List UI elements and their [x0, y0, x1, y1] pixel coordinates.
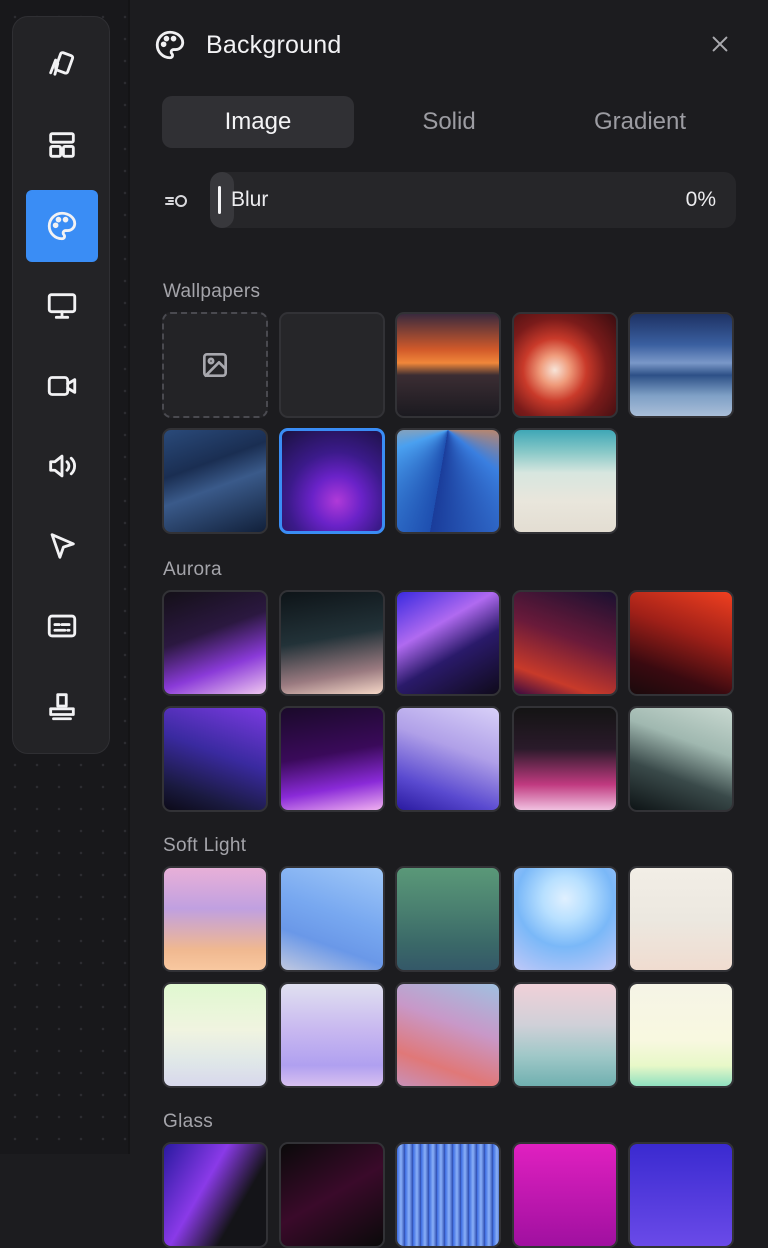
blur-value: 0% [685, 188, 716, 211]
section-title-soft-light: Soft Light [163, 835, 247, 856]
background-type-tabs: Image Solid Gradient [162, 96, 736, 148]
close-button[interactable] [704, 28, 736, 60]
sidebar-item-camera[interactable] [26, 350, 98, 422]
background-thumbnail[interactable] [162, 1142, 268, 1248]
background-thumbnail[interactable] [278, 1142, 385, 1248]
background-thumbnail[interactable] [511, 982, 618, 1088]
background-thumbnail[interactable] [511, 1142, 618, 1248]
image-icon [203, 353, 227, 377]
layout-icon [49, 132, 75, 158]
tool-sidebar [12, 16, 110, 754]
background-thumbnail[interactable] [162, 590, 268, 696]
blur-label: Blur [231, 188, 269, 211]
tab-gradient[interactable]: Gradient [544, 96, 736, 148]
upload-image-button[interactable] [162, 312, 268, 418]
captions-icon [47, 614, 77, 638]
background-thumbnail[interactable] [278, 590, 385, 696]
section-title-glass: Glass [163, 1111, 214, 1132]
background-thumbnail[interactable] [278, 866, 385, 972]
blur-slider[interactable]: Blur 0% [210, 172, 736, 228]
background-thumbnail[interactable] [278, 706, 385, 812]
background-thumbnail[interactable] [395, 982, 501, 1088]
background-thumbnail[interactable] [628, 866, 734, 972]
background-thumbnail[interactable] [162, 982, 268, 1088]
sidebar-item-cursor[interactable] [26, 510, 98, 582]
background-thumbnail[interactable] [162, 866, 268, 972]
sidebar-item-layout[interactable] [26, 109, 98, 181]
background-thumbnail[interactable] [395, 590, 501, 696]
cursor-icon [50, 533, 75, 559]
palette-icon [47, 211, 77, 241]
background-thumbnail[interactable] [511, 706, 618, 812]
blur-icon [163, 188, 191, 214]
background-thumbnail[interactable] [511, 312, 618, 418]
sidebar-item-background[interactable] [26, 190, 98, 262]
background-thumbnail[interactable] [395, 1142, 501, 1248]
no-wallpaper-tile[interactable] [278, 312, 385, 418]
panel-title: Background [206, 31, 342, 59]
speaker-icon [49, 454, 76, 478]
tab-image[interactable]: Image [162, 96, 354, 148]
sidebar-item-screen[interactable] [26, 270, 98, 342]
background-thumbnail[interactable] [278, 428, 385, 534]
palette-icon [153, 28, 187, 62]
section-title-wallpapers: Wallpapers [163, 281, 261, 302]
background-thumbnail[interactable] [395, 428, 501, 534]
background-thumbnail[interactable] [511, 866, 618, 972]
background-thumbnail[interactable] [628, 982, 734, 1088]
cards-icon [49, 51, 75, 76]
tab-solid[interactable]: Solid [353, 96, 545, 148]
close-icon [712, 36, 728, 52]
background-thumbnail[interactable] [511, 428, 618, 534]
background-thumbnail[interactable] [395, 312, 501, 418]
sidebar-item-wallpaper[interactable] [26, 29, 98, 101]
sidebar-item-audio[interactable] [26, 430, 98, 502]
video-camera-icon [47, 376, 77, 396]
background-thumbnail[interactable] [511, 590, 618, 696]
background-thumbnail[interactable] [628, 1142, 734, 1248]
background-thumbnail[interactable] [395, 866, 501, 972]
monitor-icon [47, 293, 77, 319]
background-thumbnail[interactable] [278, 982, 385, 1088]
background-thumbnail[interactable] [395, 706, 501, 812]
sidebar-item-captions[interactable] [26, 590, 98, 662]
background-thumbnail[interactable] [628, 590, 734, 696]
background-thumbnail[interactable] [162, 706, 268, 812]
background-thumbnail[interactable] [162, 428, 268, 534]
background-panel: Background Image Solid Gradient Blur 0% … [130, 0, 768, 1248]
stamp-icon [49, 693, 75, 721]
background-thumbnail[interactable] [628, 706, 734, 812]
section-title-aurora: Aurora [163, 559, 222, 580]
background-thumbnail[interactable] [628, 312, 734, 418]
sidebar-item-watermark[interactable] [26, 670, 98, 742]
